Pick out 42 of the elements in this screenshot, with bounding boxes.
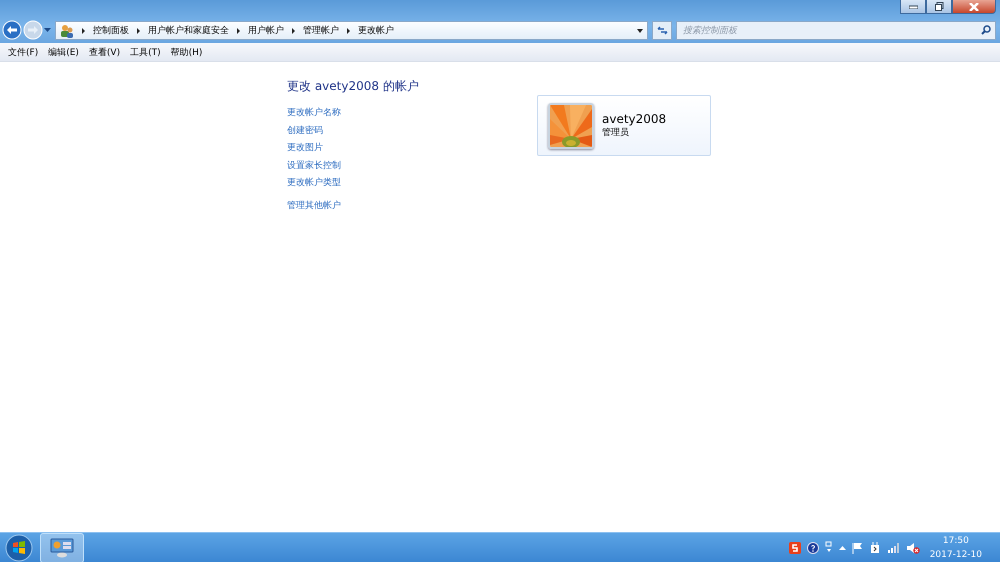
- signal-icon[interactable]: [888, 542, 900, 552]
- menu-item[interactable]: 文件(F): [3, 46, 44, 58]
- page-heading: 更改 avety2008 的帐户: [287, 78, 419, 95]
- start-button[interactable]: [4, 534, 34, 562]
- breadcrumb[interactable]: 更改帐户: [358, 24, 394, 37]
- menu-item[interactable]: 查看(V): [84, 46, 126, 58]
- menu-item[interactable]: 帮助(H): [166, 46, 208, 58]
- minimize-button[interactable]: [900, 0, 926, 14]
- task-link[interactable]: 更改帐户名称: [287, 105, 341, 122]
- breadcrumb[interactable]: 用户帐户: [248, 24, 284, 37]
- menu-item[interactable]: 工具(T): [125, 46, 166, 58]
- search-icon[interactable]: [981, 25, 991, 35]
- dropdown-icon[interactable]: [637, 28, 643, 32]
- account-type: 管理员: [602, 126, 630, 139]
- muted-speaker-icon[interactable]: [906, 542, 920, 554]
- task-link[interactable]: 创建密码: [287, 122, 323, 140]
- task-link[interactable]: 更改图片: [287, 140, 323, 158]
- close-icon: [969, 2, 979, 10]
- users-icon: [60, 24, 74, 38]
- account-name: avety2008: [602, 112, 666, 126]
- minimize-icon: [908, 4, 918, 8]
- taskbar-app-button[interactable]: [40, 532, 84, 562]
- back-button[interactable]: [2, 20, 22, 40]
- breadcrumb[interactable]: 管理帐户: [303, 24, 339, 37]
- task-link[interactable]: 设置家长控制: [287, 158, 341, 175]
- breadcrumb[interactable]: 控制面板: [93, 24, 129, 37]
- show-hidden-icon[interactable]: [838, 546, 846, 550]
- refresh-button[interactable]: [652, 21, 672, 40]
- search-field[interactable]: 搜索控制面板: [676, 21, 996, 40]
- task-link[interactable]: 更改帐户类型: [287, 175, 341, 192]
- breadcrumb[interactable]: 用户帐户和家庭安全: [148, 24, 229, 37]
- restore-button[interactable]: [926, 0, 952, 14]
- refresh-icon: [656, 26, 668, 35]
- power-plug-icon[interactable]: [870, 542, 882, 554]
- control-panel-icon: [50, 538, 74, 558]
- restore-icon: [934, 2, 944, 11]
- flag-icon[interactable]: [852, 542, 864, 554]
- menu-item[interactable]: 编辑(E): [43, 46, 84, 58]
- help-icon[interactable]: [806, 542, 819, 554]
- task-link[interactable]: 管理其他帐户: [287, 198, 341, 215]
- address-bar[interactable]: 控制面板 用户帐户和家庭安全 用户帐户 管理帐户 更改帐户: [55, 21, 648, 40]
- close-button[interactable]: [952, 0, 996, 14]
